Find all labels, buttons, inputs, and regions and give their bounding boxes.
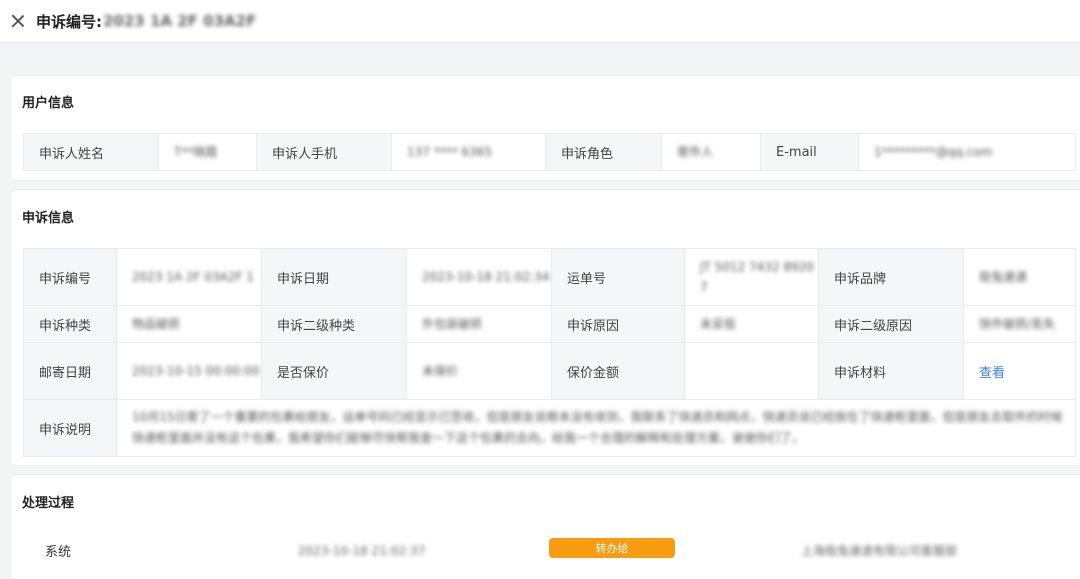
- mail-date-label: 邮寄日期: [23, 342, 117, 400]
- materials-label: 申诉材料: [818, 342, 964, 400]
- waybill-value: JT 5012 7432 8920 7: [700, 260, 814, 294]
- appeal-number: 2023 1A 2F 03A2F: [103, 12, 257, 30]
- sub-reason-value: 快件破损/丢失: [979, 317, 1056, 331]
- appeal-info-card: 申诉信息 申诉编号 2023 1A 2F 03A2F 1 申诉日期 2023-1…: [10, 189, 1080, 466]
- appeal-date-label: 申诉日期: [261, 248, 407, 306]
- user-info-card: 用户信息 申诉人姓名 T**晓霞 申诉人手机 137 **** 6365 申诉角…: [10, 75, 1080, 181]
- insured-value: 未保价: [422, 364, 459, 378]
- name-label: 申诉人姓名: [23, 133, 159, 171]
- page-title: 申诉编号:: [36, 12, 102, 31]
- phone-label: 申诉人手机: [256, 133, 392, 171]
- sub-category-value: 外包装破损: [422, 317, 483, 331]
- insured-amount-label: 保价金额: [551, 342, 685, 400]
- appeal-date-value: 2023-10-18 21:02:34: [422, 270, 550, 284]
- process-title: 处理过程: [22, 496, 75, 511]
- email-label: E-mail: [760, 133, 859, 171]
- user-info-table: 申诉人姓名 T**晓霞 申诉人手机 137 **** 6365 申诉角色 寄件人…: [23, 133, 1076, 171]
- brand-value: 极兔速递: [979, 270, 1028, 284]
- close-icon[interactable]: [11, 14, 25, 28]
- page-header: 申诉编号: 2023 1A 2F 03A2F: [0, 0, 1080, 43]
- waybill-label: 运单号: [551, 248, 685, 306]
- process-target: 上海极兔速递有限公司客服部: [801, 544, 958, 558]
- phone-value: 137 **** 6365: [407, 145, 493, 159]
- process-actor: 系统: [45, 545, 72, 560]
- sub-category-label: 申诉二级种类: [261, 305, 407, 343]
- brand-label: 申诉品牌: [818, 248, 964, 306]
- role-label: 申诉角色: [545, 133, 662, 171]
- view-materials-link[interactable]: 查看: [979, 366, 1005, 381]
- insured-amount-value: [684, 342, 819, 400]
- appeal-no-label: 申诉编号: [23, 248, 117, 306]
- process-row: 系统 2023-10-18 21:02:37 转办给 上海极兔速递有限公司客服部: [11, 536, 1080, 566]
- reason-label: 申诉原因: [551, 305, 685, 343]
- user-info-title: 用户信息: [22, 96, 75, 111]
- process-card: 处理过程 系统 2023-10-18 21:02:37 转办给 上海极兔速递有限…: [10, 474, 1080, 579]
- mail-date-value: 2023-10-15 00:00:00: [132, 364, 260, 378]
- process-action-badge: 转办给: [549, 538, 675, 558]
- reason-value: 未妥投: [700, 317, 737, 331]
- category-label: 申诉种类: [23, 305, 117, 343]
- appeal-info-table: 申诉编号 2023 1A 2F 03A2F 1 申诉日期 2023-10-18 …: [23, 248, 1076, 457]
- appeal-no-value: 2023 1A 2F 03A2F 1: [132, 270, 254, 284]
- role-value: 寄件人: [677, 145, 714, 159]
- email-value: 1*********@qq.com: [874, 145, 993, 159]
- description-value: 10月15日寄了一个重要的包裹给朋友，运单号码已经显示已签收，但是朋友说根本没有…: [132, 410, 1063, 445]
- category-value: 物品破损: [132, 317, 181, 331]
- insured-label: 是否保价: [261, 342, 407, 400]
- sub-reason-label: 申诉二级原因: [818, 305, 964, 343]
- name-value: T**晓霞: [174, 145, 218, 159]
- process-time: 2023-10-18 21:02:37: [298, 544, 426, 558]
- description-label: 申诉说明: [23, 399, 117, 457]
- appeal-info-title: 申诉信息: [22, 211, 75, 226]
